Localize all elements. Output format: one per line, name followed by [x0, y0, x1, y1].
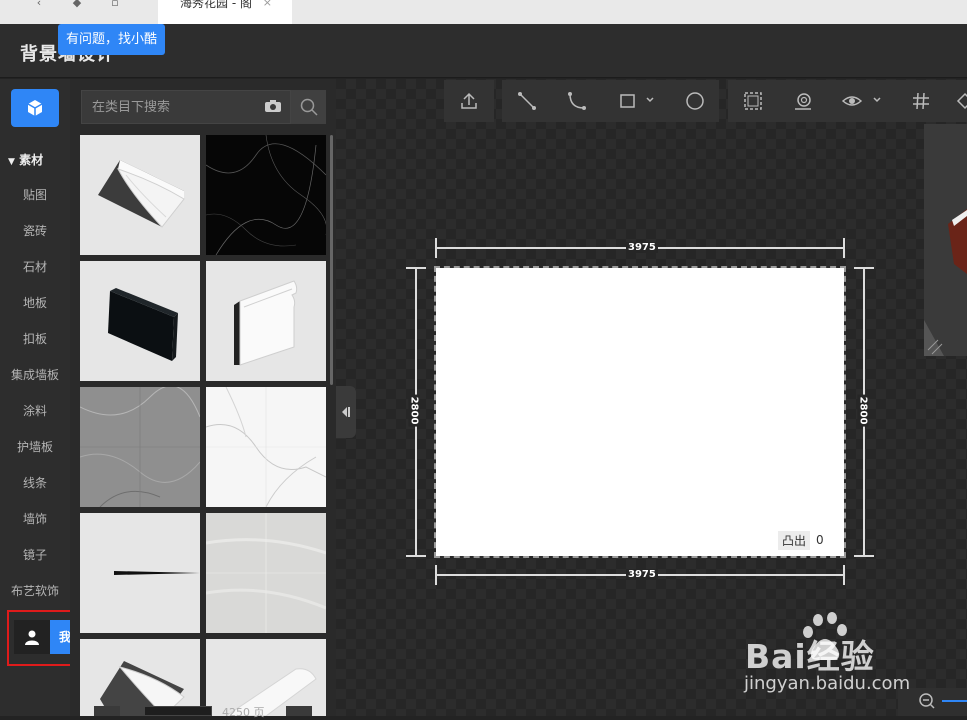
- rectangle-icon[interactable]: [618, 91, 638, 111]
- black-panel-image: [108, 288, 178, 361]
- nav-item-fabrics[interactable]: 布艺软饰: [0, 582, 70, 599]
- nav-item-stone[interactable]: 石材: [0, 258, 70, 275]
- baseboard-thumbnail[interactable]: [206, 261, 326, 381]
- cube-icon: [27, 100, 43, 116]
- location-icon[interactable]: ◆: [70, 0, 84, 10]
- help-tooltip[interactable]: 有问题，找小酷: [58, 24, 166, 55]
- materials-section-header[interactable]: ▼ 素材: [8, 151, 43, 168]
- dimension-height-left: 2800: [408, 394, 420, 427]
- eye-chevron-down-icon[interactable]: [872, 95, 882, 105]
- pager-next-button[interactable]: [286, 706, 312, 716]
- browser-tab[interactable]: 海秀花园 - 阁 ×: [158, 0, 292, 24]
- pager-total-pages: 4250 页: [222, 706, 265, 719]
- pager-page-input[interactable]: [144, 706, 212, 716]
- collapse-panel-button[interactable]: [336, 386, 356, 438]
- protrude-control[interactable]: 凸出 0: [778, 530, 824, 550]
- baseboard-image: [234, 280, 298, 366]
- nav-item-tiles[interactable]: 瓷砖: [0, 222, 70, 239]
- eye-icon[interactable]: [842, 91, 862, 111]
- caret-down-icon: ▼: [8, 157, 15, 167]
- grey-marble-image: [80, 387, 200, 507]
- material-list-scrollbar[interactable]: [330, 135, 333, 385]
- nav-item-wall-decor[interactable]: 墙饰: [0, 510, 70, 527]
- nav-item-wainscot[interactable]: 护墙板: [0, 438, 70, 455]
- nav-item-flooring[interactable]: 地板: [0, 294, 70, 311]
- protrude-value: 0: [816, 533, 824, 547]
- nav-item-moldings[interactable]: 线条: [0, 474, 70, 491]
- pager-prev-button[interactable]: [94, 706, 120, 716]
- select-area-icon[interactable]: [743, 91, 763, 111]
- protrude-label: 凸出: [778, 530, 811, 550]
- dimension-width-bottom: 3975: [626, 569, 658, 580]
- nav-item-integrated-wall[interactable]: 集成墙板: [0, 366, 70, 383]
- circle-icon[interactable]: [685, 91, 705, 111]
- camera-search-icon[interactable]: [264, 99, 282, 113]
- black-marble-thumbnail[interactable]: [206, 135, 326, 255]
- crown-molding-image: [98, 160, 185, 228]
- grid-icon[interactable]: [911, 91, 931, 111]
- watermark-main-text: Bai经验: [745, 637, 875, 676]
- arc-icon[interactable]: [567, 91, 587, 111]
- grey-marble-thumbnail[interactable]: [80, 387, 200, 507]
- upload-icon[interactable]: [459, 91, 479, 111]
- crown-molding-2-image: [100, 661, 185, 716]
- chevron-down-icon[interactable]: [645, 95, 655, 105]
- crown-molding-thumbnail[interactable]: [80, 135, 200, 255]
- dimension-width-top: 3975: [626, 242, 658, 253]
- white-marble-image: [206, 387, 326, 507]
- crown-molding-2-thumbnail[interactable]: [80, 639, 200, 716]
- materials-cube-button[interactable]: [11, 89, 59, 127]
- collapse-left-icon: [342, 407, 350, 417]
- thin-strip-image: [114, 571, 200, 575]
- search-icon: [300, 98, 318, 116]
- back-icon[interactable]: ‹: [32, 0, 46, 10]
- thin-strip-thumbnail[interactable]: [80, 513, 200, 633]
- browser-tab-title: 海秀花园 - 阁: [180, 0, 252, 10]
- materials-section-label: 素材: [19, 153, 44, 167]
- light-stone-thumbnail[interactable]: [206, 513, 326, 633]
- search-input[interactable]: [81, 90, 291, 124]
- nav-item-paint[interactable]: 涂料: [0, 402, 70, 419]
- watermark-url-text: jingyan.baidu.com: [744, 673, 911, 694]
- preview-render: [924, 209, 967, 356]
- nav-item-decals[interactable]: 贴图: [0, 186, 70, 203]
- white-marble-thumbnail[interactable]: [206, 387, 326, 507]
- line-icon[interactable]: [517, 91, 537, 111]
- black-panel-thumbnail[interactable]: [80, 261, 200, 381]
- search-button[interactable]: [291, 90, 326, 124]
- nav-item-mirrors[interactable]: 镜子: [0, 546, 70, 563]
- browser-tab-strip: [0, 0, 967, 24]
- nav-item-panels[interactable]: 扣板: [0, 330, 70, 347]
- black-marble-image: [206, 135, 326, 255]
- camera-view-icon[interactable]: [793, 91, 813, 111]
- dimension-height-right: 2800: [857, 394, 869, 427]
- grid-apps-icon[interactable]: ▫: [108, 0, 122, 10]
- more-tools-icon[interactable]: [955, 91, 967, 111]
- wall-surface[interactable]: [434, 266, 846, 558]
- 3d-preview-panel[interactable]: [924, 124, 967, 356]
- light-stone-image: [206, 513, 326, 633]
- tab-close-icon[interactable]: ×: [263, 0, 272, 8]
